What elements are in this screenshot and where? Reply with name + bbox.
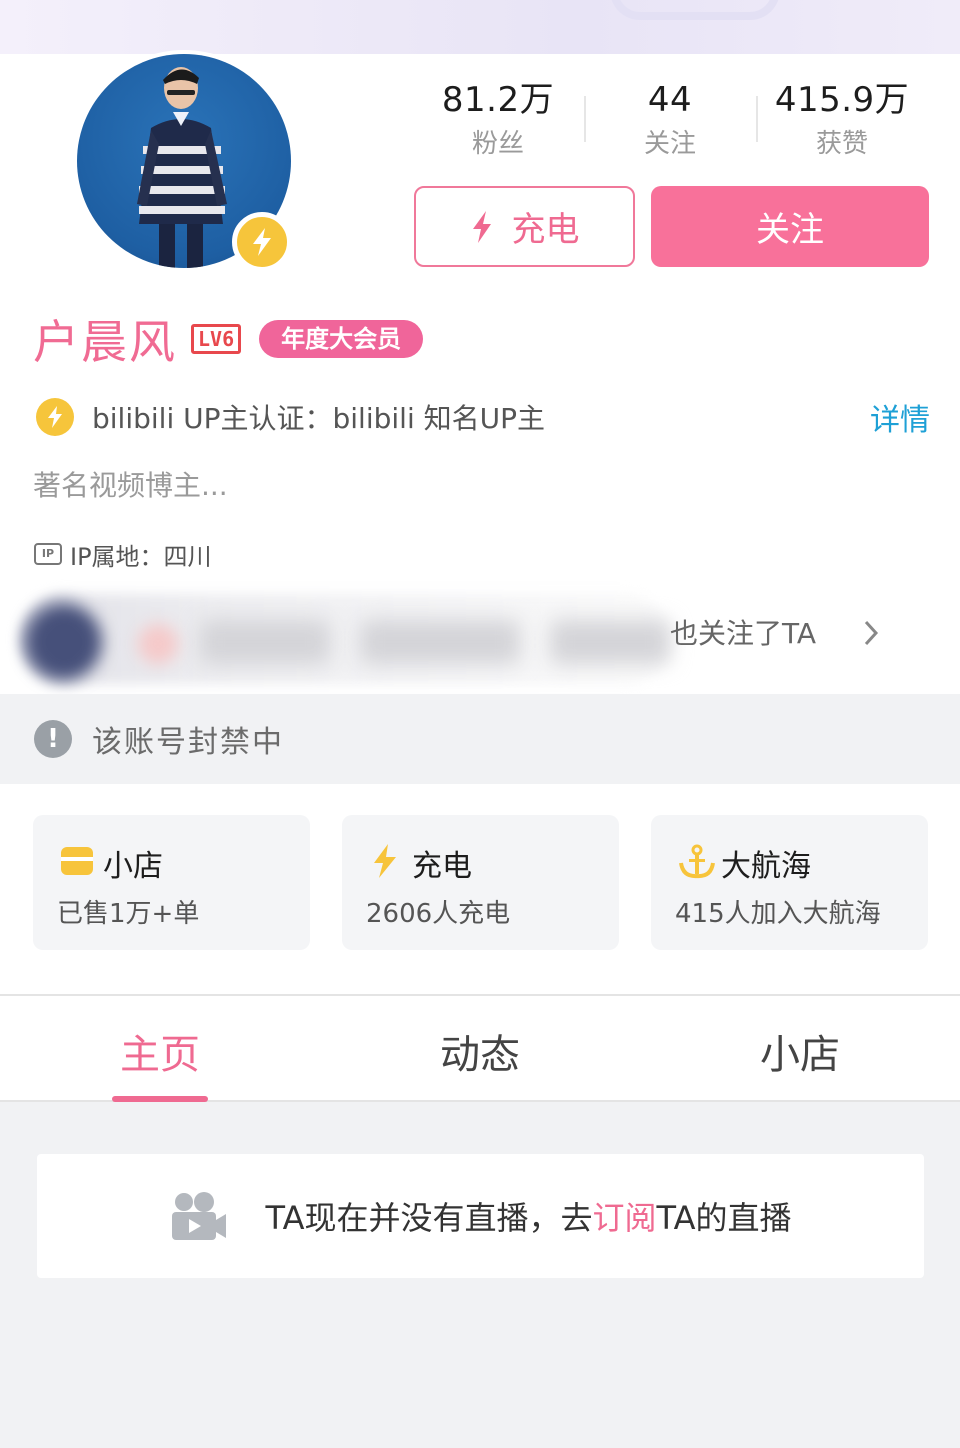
lightning-icon [472,210,491,243]
blurred-avatar [26,604,102,680]
stat-likes-label: 获赞 [815,129,868,159]
stat-following[interactable]: 44 关注 [585,78,755,164]
stat-likes-value: 415.9万 [774,80,910,120]
mutual-follow-text: 也关注了TA [670,617,817,650]
username: 户晨风 [33,315,177,369]
follow-button[interactable]: 关注 [651,186,929,267]
live-text-after: TA的直播 [656,1199,792,1237]
certification-row: bilibili UP主认证：bilibili 知名UP主 详情 [36,392,930,442]
charge-card[interactable]: 充电 2606人充电 [342,815,619,950]
charge-button[interactable]: 充电 [414,186,635,267]
level-badge: LV6 [191,324,242,354]
bio-text[interactable]: 著名视频博主... [33,464,228,504]
certification-icon [36,398,74,436]
blurred-avatar [138,624,178,664]
ip-location-text: IP属地：四川 [70,542,212,571]
charge-card-subtitle: 2606人充电 [366,899,511,929]
guard-card-subtitle: 415人加入大航海 [675,899,881,929]
stat-following-label: 关注 [643,129,696,159]
shop-icon [61,847,93,875]
tab-home[interactable]: 主页 [60,1022,260,1080]
subscribe-live-link[interactable]: 订阅 [592,1199,656,1237]
stat-following-value: 44 [647,80,693,120]
video-camera-icon [171,1192,226,1240]
feature-cards: 小店 已售1万+单 充电 2606人充电 大航海 415人加入大航海 [0,784,960,994]
blurred-name [360,620,520,664]
certification-detail-link[interactable]: 详情 [870,395,930,439]
guard-card-title: 大航海 [721,849,811,884]
name-row: 户晨风 LV6 年度大会员 [33,307,424,371]
certification-text: bilibili UP主认证：bilibili 知名UP主 [92,402,546,435]
blurred-name [200,620,330,664]
active-tab-indicator [112,1096,208,1102]
follow-button-label: 关注 [756,210,824,250]
blurred-name [550,620,670,664]
banned-notice-text: 该账号封禁中 [92,725,284,760]
tab-shop[interactable]: 小店 [700,1022,900,1080]
shop-card-title: 小店 [103,849,163,884]
stat-likes[interactable]: 415.9万 获赞 [757,78,927,164]
header-banner [0,0,960,54]
charge-button-label: 充电 [511,210,580,250]
banned-notice: ! 该账号封禁中 [0,694,960,784]
stat-fans-label: 粉丝 [471,129,524,159]
ip-location-row: IP IP属地：四川 [34,534,212,574]
guard-card[interactable]: 大航海 415人加入大航海 [651,815,928,950]
stats-bar: 81.2万 粉丝 44 关注 415.9万 获赞 [410,78,930,168]
stat-fans-value: 81.2万 [441,80,555,120]
lightning-icon [374,844,396,878]
exclamation-icon: ! [34,720,72,758]
vip-badge[interactable]: 年度大会员 [259,320,424,358]
ip-icon: IP [34,543,62,565]
shop-card[interactable]: 小店 已售1万+单 [33,815,310,950]
live-status-text: TA现在并没有直播，去订阅TA的直播 [266,1193,792,1239]
live-text-before: TA现在并没有直播，去 [265,1199,593,1237]
lightning-badge-icon [232,212,292,272]
charge-card-title: 充电 [412,849,472,884]
live-status-box: TA现在并没有直播，去订阅TA的直播 [37,1154,924,1278]
profile-header: 81.2万 粉丝 44 关注 415.9万 获赞 充电 关注 户晨风 LV6 年… [0,50,960,694]
anchor-icon [679,844,715,879]
chevron-right-icon [864,620,879,646]
profile-tabs: 主页 动态 小店 [0,994,960,1102]
banner-decoration [610,0,780,20]
tab-dynamics[interactable]: 动态 [380,1022,580,1080]
stat-fans[interactable]: 81.2万 粉丝 [413,78,583,164]
mutual-follow-row[interactable]: 也关注了TA [20,594,900,684]
shop-card-subtitle: 已售1万+单 [57,899,200,929]
